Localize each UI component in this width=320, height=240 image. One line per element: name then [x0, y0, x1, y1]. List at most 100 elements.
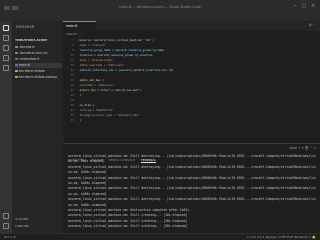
code-text: name = "linuxvm": [78, 43, 106, 47]
line-number: 21: [70, 108, 74, 112]
close-icon[interactable]: ×: [310, 4, 316, 9]
code-text: storage_account_type = "Standard_LRS": [78, 113, 140, 117]
sidebar-item[interactable]: terraform.tfstate.backup: [15, 75, 62, 80]
code-text: location = azurerm_resource_group.rg.loc…: [78, 53, 153, 57]
title-bar: main.tf — terraform-azure — Visual Studi…: [0, 0, 320, 21]
terminal-line: azurerm_linux_virtual_machine.vm: Still …: [68, 154, 316, 158]
line-number: 13: [70, 68, 74, 72]
sidebar-item-label: terraform.tfstate.backup: [19, 75, 58, 79]
sidebar-item-label: credentials.tf: [19, 57, 40, 61]
run-debug-icon[interactable]: [3, 55, 9, 61]
line-number: 9: [72, 48, 74, 52]
sidebar-item[interactable]: .terraform.lock.hcl: [15, 51, 62, 56]
code-line: 12 admin_username = "adminuser": [63, 63, 125, 67]
sidebar-item[interactable]: credentials.tf: [15, 57, 62, 62]
account-icon[interactable]: [3, 213, 9, 219]
line-number: 18: [70, 93, 74, 97]
code-line: 23 }: [63, 118, 82, 122]
line-number: 17: [70, 88, 74, 92]
code-text: resource_group_name = azurerm_resource_g…: [78, 48, 164, 52]
code-text: resource "azurerm_linux_virtual_machine"…: [78, 38, 155, 42]
editor-area: main.tf ⧉ ··· main.tf › ... 7 resource "a…: [63, 21, 320, 234]
folder-section-title[interactable]: TERRAFORM-AZURE: [15, 38, 47, 42]
code-text: username = "adminuser": [78, 83, 116, 87]
code-line: 19: [63, 98, 78, 102]
code-editor[interactable]: 7 resource "azurerm_linux_virtual_machine…: [63, 38, 320, 142]
code-line: 13 network_interface_ids = [azurerm_netw…: [63, 68, 174, 72]
sidebar-item-label: .terraform.lock.hcl: [19, 51, 48, 55]
line-number: 16: [70, 83, 74, 87]
line-number: 23: [70, 118, 74, 122]
editor-actions[interactable]: ⧉ ···: [309, 23, 316, 27]
file-icon: [15, 75, 18, 79]
line-number: 22: [70, 113, 74, 117]
minimize-icon[interactable]: –: [292, 4, 298, 9]
terminal-output[interactable]: azurerm_linux_virtual_machine.vm: Still …: [68, 154, 318, 234]
window-title: main.tf — terraform-azure — Visual Studi…: [119, 5, 201, 9]
file-icon: [15, 69, 18, 73]
code-line: 17 public_key = file("~/.ssh/id_rsa.pub"…: [63, 88, 141, 92]
terminal-line: azurerm_linux_virtual_machine.vm: Still …: [68, 224, 188, 229]
code-line: 22 storage_account_type = "Standard_LRS": [63, 113, 140, 117]
code-text: }: [78, 93, 82, 97]
explorer-header: EXPLORER: [16, 25, 35, 29]
code-line: 21 caching = "ReadWrite": [63, 108, 114, 112]
vscode-window: main.tf — terraform-azure — Visual Studi…: [0, 0, 320, 240]
extensions-icon[interactable]: [3, 65, 9, 71]
sidebar-item[interactable]: .terraform: [15, 45, 62, 50]
line-number: 14: [70, 73, 74, 77]
code-text: os_disk {: [78, 103, 95, 107]
code-line: 10 location = azurerm_resource_group.rg.…: [63, 53, 153, 57]
code-line: 18 }: [63, 93, 82, 97]
code-line: 8 name = "linuxvm": [63, 43, 106, 47]
sidebar-item-label: terraform.tfstate: [19, 69, 45, 73]
code-text: size = "Standard_B1s": [78, 58, 114, 62]
line-number: 20: [70, 103, 74, 107]
settings-gear-icon[interactable]: [3, 223, 9, 229]
sidebar-item-label: .terraform: [19, 45, 35, 49]
search-icon[interactable]: [3, 35, 9, 41]
status-bar: ⊗ 0 ⚠ 0 Ln 23, Col 1 Spaces: 2 UTF-8 LF …: [0, 233, 320, 240]
line-number: 10: [70, 53, 74, 57]
code-line: 7 resource "azurerm_linux_virtual_machine…: [63, 38, 154, 42]
sidebar-item[interactable]: terraform.tfstate: [15, 69, 62, 74]
code-line: 9 resource_group_name = azurerm_resource…: [63, 48, 164, 52]
file-icon: [15, 51, 18, 55]
editor-tabs: main.tf ⧉ ···: [63, 21, 320, 31]
line-number: 19: [70, 98, 74, 102]
code-text: admin_username = "adminuser": [78, 63, 125, 67]
code-line: 20 os_disk {: [63, 103, 94, 107]
terminal-controls[interactable]: bash + ▾ 🗑 ^ ×: [290, 146, 316, 150]
maximize-icon[interactable]: □: [301, 4, 307, 9]
explorer-icon[interactable]: [3, 25, 9, 31]
file-icon: [15, 57, 18, 61]
activity-bar: [0, 21, 12, 233]
code-text: network_interface_ids = [azurerm_network…: [78, 68, 174, 72]
problems-status[interactable]: ⊗ 0 ⚠ 0: [4, 235, 15, 239]
line-number: 7: [72, 38, 74, 42]
line-number: 11: [70, 58, 74, 62]
file-icon: [15, 63, 18, 67]
line-number: 12: [70, 63, 74, 67]
code-text: public_key = file("~/.ssh/id_rsa.pub"): [78, 88, 142, 92]
tab-main-tf[interactable]: main.tf: [63, 21, 96, 31]
code-text: admin_ssh_key {: [78, 78, 104, 82]
timeline-section[interactable]: TIMELINE: [15, 224, 29, 228]
outline-section[interactable]: OUTLINE: [15, 217, 28, 221]
line-number: 8: [72, 43, 74, 47]
code-text: caching = "ReadWrite": [78, 108, 114, 112]
code-line: 14: [63, 73, 78, 77]
explorer-sidebar: EXPLORER TERRAFORM-AZURE .terraform .terr…: [12, 21, 63, 233]
bottom-panel: PROBLEMS OUTPUT DEBUG CONSOLE TERMINAL bash…: [63, 143, 320, 234]
source-control-icon[interactable]: [3, 45, 9, 51]
sidebar-item-label: main.tf: [19, 63, 31, 67]
code-line: 16 username = "adminuser": [63, 83, 115, 87]
line-number: 15: [70, 78, 74, 82]
file-icon: [15, 45, 18, 49]
editor-status[interactable]: Ln 23, Col 1 Spaces: 2 UTF-8 LF Terrafor…: [247, 235, 316, 239]
code-line: 11 size = "Standard_B1s": [63, 58, 114, 62]
panel-tabs: PROBLEMS OUTPUT DEBUG CONSOLE TERMINAL: [68, 146, 162, 163]
breadcrumb[interactable]: main.tf › ...: [66, 32, 82, 36]
code-text: }: [78, 118, 82, 122]
sidebar-item[interactable]: main.tf: [15, 63, 62, 68]
